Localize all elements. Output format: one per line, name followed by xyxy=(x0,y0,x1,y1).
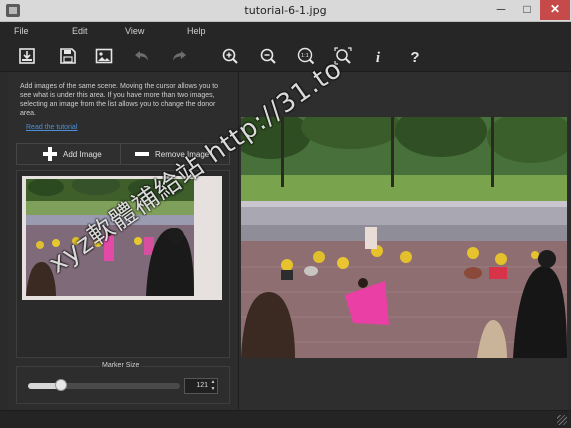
undo-icon[interactable] xyxy=(132,46,152,66)
svg-text:?: ? xyxy=(410,49,419,65)
marker-size-label: Marker Size xyxy=(100,362,142,369)
open-icon[interactable] xyxy=(17,46,37,66)
minus-icon xyxy=(135,152,149,156)
menu-edit[interactable]: Edit xyxy=(72,26,88,36)
marker-size-slider-handle[interactable] xyxy=(55,379,67,391)
menu-bar: File Edit View Help xyxy=(0,22,571,40)
toolbar: 1:1 i ? xyxy=(0,40,571,72)
minimize-button[interactable]: ─ xyxy=(488,0,514,20)
marker-size-spinbox[interactable]: 121 ▲ ▼ xyxy=(184,378,218,394)
menu-file[interactable]: File xyxy=(14,26,29,36)
maximize-button[interactable]: □ xyxy=(514,0,540,20)
tutorial-link[interactable]: Read the tutorial xyxy=(26,124,77,131)
plus-icon xyxy=(43,147,57,161)
add-image-button[interactable]: Add Image xyxy=(43,144,102,164)
spin-up-icon[interactable]: ▲ xyxy=(209,379,217,386)
marker-size-value[interactable]: 121 xyxy=(188,382,208,389)
menu-help[interactable]: Help xyxy=(187,26,206,36)
image-icon[interactable] xyxy=(94,46,114,66)
save-icon[interactable] xyxy=(58,46,78,66)
svg-text:1:1: 1:1 xyxy=(301,53,309,59)
spin-down-icon[interactable]: ▼ xyxy=(209,386,217,393)
title-bar: tutorial-6-1.jpg ─ □ ✕ xyxy=(0,0,571,22)
info-icon[interactable]: i xyxy=(368,46,388,66)
close-button[interactable]: ✕ xyxy=(540,0,570,20)
zoom-out-icon[interactable] xyxy=(258,46,278,66)
button-divider xyxy=(120,144,121,164)
add-image-label: Add Image xyxy=(63,149,102,159)
window-title: tutorial-6-1.jpg xyxy=(244,4,327,17)
menu-view[interactable]: View xyxy=(125,26,144,36)
help-text: Add images of the same scene. Moving the… xyxy=(20,83,219,117)
zoom-in-icon[interactable] xyxy=(220,46,240,66)
resize-grip-icon[interactable] xyxy=(557,415,567,425)
status-bar xyxy=(0,410,571,428)
svg-text:i: i xyxy=(376,50,381,65)
redo-icon[interactable] xyxy=(169,46,189,66)
help-icon[interactable]: ? xyxy=(405,46,425,66)
main-image[interactable] xyxy=(241,117,567,358)
